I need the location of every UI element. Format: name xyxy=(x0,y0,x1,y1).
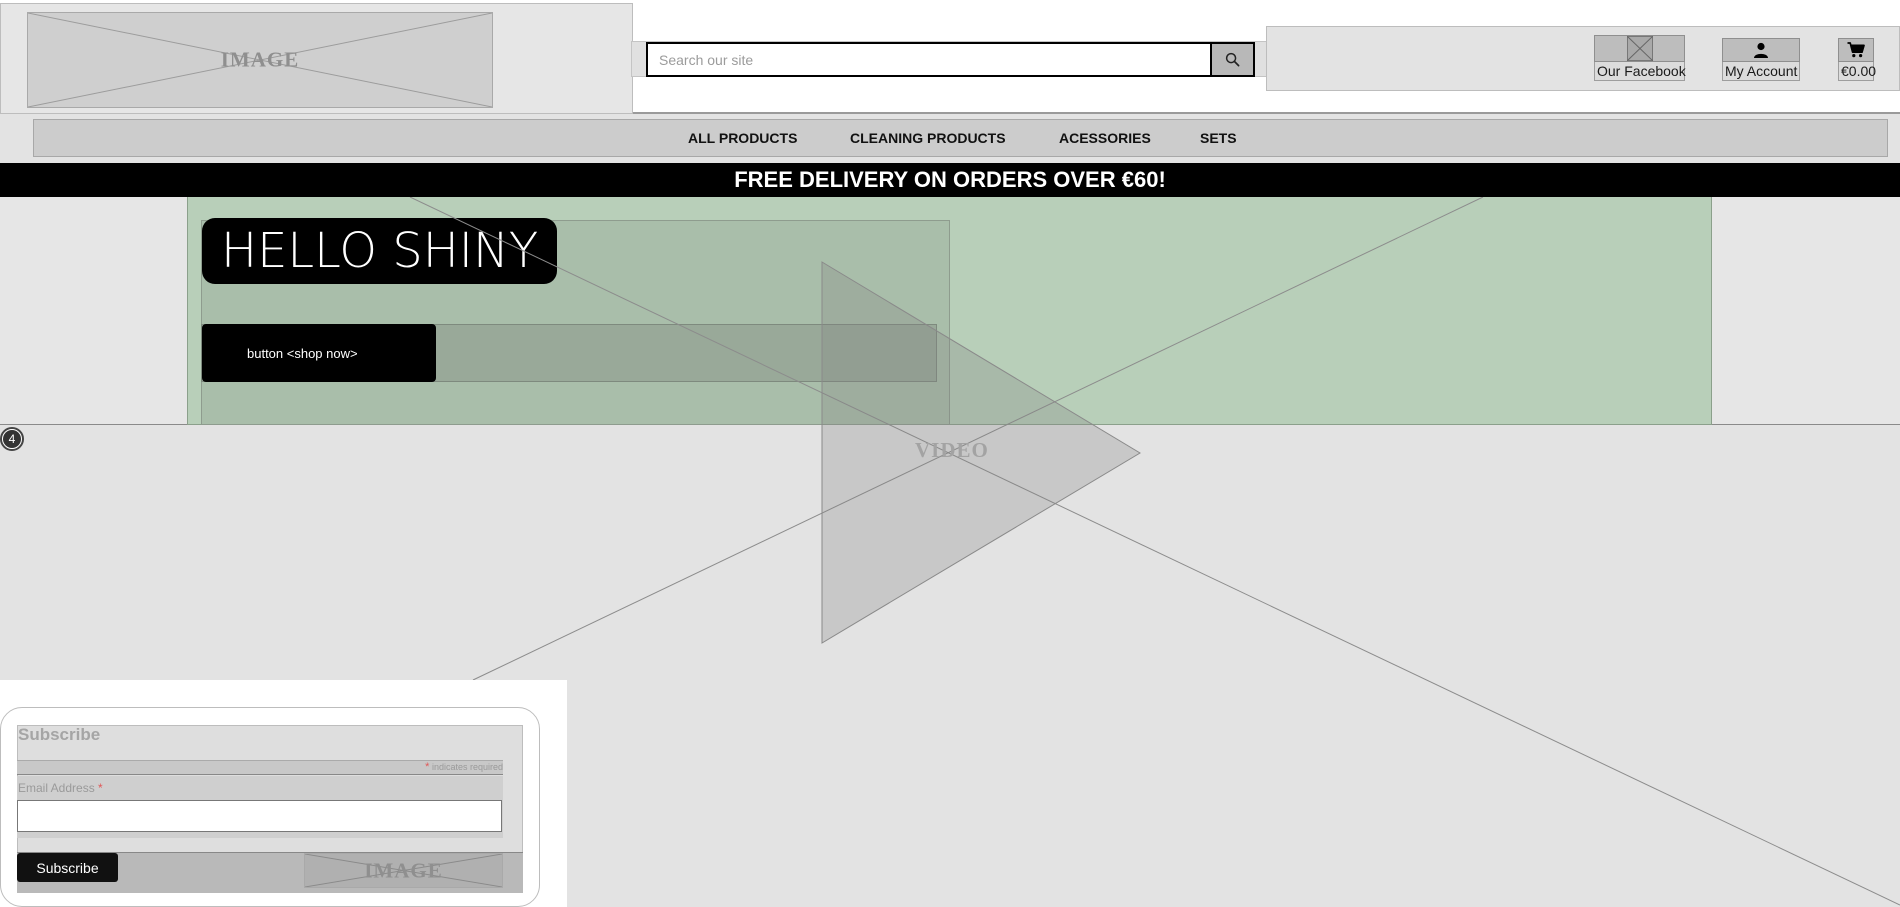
email-field[interactable] xyxy=(17,800,502,832)
account-icon-box xyxy=(1722,38,1800,62)
required-note-text: indicates required xyxy=(431,762,503,772)
search-input[interactable] xyxy=(646,42,1212,77)
nav-item-cleaning-products[interactable]: CLEANING PRODUCTS xyxy=(850,120,1006,156)
facebook-link[interactable]: Our Facebook xyxy=(1594,35,1686,81)
account-link[interactable]: My Account xyxy=(1722,35,1800,81)
promo-bar: FREE DELIVERY ON ORDERS OVER €60! xyxy=(0,163,1900,197)
subscribe-image-label: IMAGE xyxy=(364,858,443,882)
logo-image-placeholder[interactable]: IMAGE xyxy=(27,12,493,108)
subscribe-title: Subscribe xyxy=(18,725,101,744)
logo-container: IMAGE xyxy=(0,3,633,114)
facebook-image-icon xyxy=(1626,36,1653,61)
email-label: Email Address * xyxy=(18,781,103,795)
subscribe-image-placeholder: IMAGE xyxy=(304,853,503,888)
cart-link[interactable]: €0.00 xyxy=(1838,35,1876,81)
main-nav: ALL PRODUCTS CLEANING PRODUCTS ACESSORIE… xyxy=(33,119,1888,157)
facebook-icon-box xyxy=(1594,35,1685,62)
logo-placeholder-label: IMAGE xyxy=(220,47,300,72)
search-icon xyxy=(1225,52,1240,67)
utility-bar: Our Facebook My Account €0.00 xyxy=(1266,26,1900,91)
hero-title: HELLO SHINY xyxy=(202,218,558,284)
facebook-label: Our Facebook xyxy=(1594,62,1686,81)
search-button[interactable] xyxy=(1210,42,1255,77)
nav-item-accessories[interactable]: ACESSORIES xyxy=(1059,120,1151,156)
notification-badge[interactable]: 4 xyxy=(0,427,24,451)
subscribe-button[interactable]: Subscribe xyxy=(17,853,118,882)
account-label: My Account xyxy=(1722,62,1800,81)
email-label-text: Email Address xyxy=(18,781,95,795)
cart-total: €0.00 xyxy=(1838,62,1876,81)
nav-item-all-products[interactable]: ALL PRODUCTS xyxy=(688,120,797,156)
email-required-marker: * xyxy=(98,781,103,795)
user-icon xyxy=(1754,42,1768,58)
required-marker: * xyxy=(425,761,430,773)
site-header: IMAGE Our Facebook xyxy=(0,0,1900,114)
nav-item-sets[interactable]: SETS xyxy=(1200,120,1237,156)
cart-icon-box xyxy=(1838,38,1874,62)
badge-count: 4 xyxy=(3,430,21,448)
cart-icon xyxy=(1847,42,1865,58)
shop-now-button[interactable]: button <shop now> xyxy=(202,324,436,382)
required-note: * indicates required xyxy=(17,760,503,775)
search-bar xyxy=(631,41,1268,77)
video-placeholder-label: VIDEO xyxy=(915,438,989,462)
